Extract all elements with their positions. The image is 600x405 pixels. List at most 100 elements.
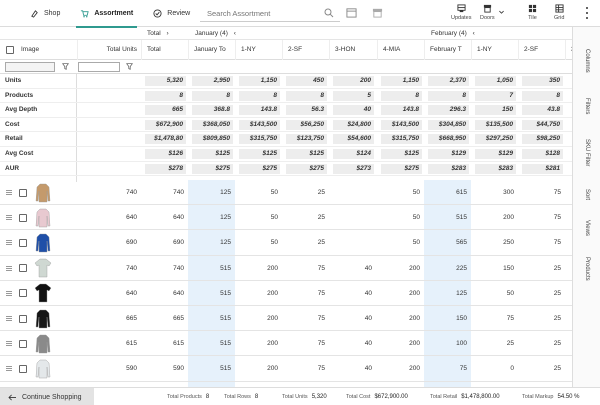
image-filter-input[interactable]	[5, 62, 55, 72]
unit-cell[interactable]: 515	[188, 356, 235, 381]
product-thumbnail[interactable]	[34, 258, 52, 278]
continue-shopping-button[interactable]: Continue Shopping	[0, 388, 94, 405]
product-thumbnail[interactable]	[34, 309, 52, 329]
drag-handle-icon[interactable]	[6, 265, 12, 271]
column-header-total-units[interactable]: Total Units	[77, 40, 141, 60]
unit-cell[interactable]	[329, 205, 376, 230]
total-units-cell[interactable]: 615	[77, 331, 141, 356]
unit-cell[interactable]: 25	[518, 281, 565, 306]
table-row[interactable]: 740 740 125 50 25 50 615 300 75	[0, 180, 572, 206]
total-units-filter-input[interactable]	[78, 62, 120, 72]
unit-cell[interactable]: 75	[518, 180, 565, 205]
unit-cell[interactable]: 200	[377, 256, 424, 281]
table-row[interactable]: 590 590 515 200 75 40 200 75 0 25	[0, 356, 572, 382]
drag-handle-icon[interactable]	[6, 366, 12, 372]
chevron-left-icon[interactable]: ‹	[234, 30, 236, 37]
column-header-feb-2-sf[interactable]: 2-SF	[518, 40, 565, 60]
product-thumbnail[interactable]	[34, 334, 52, 354]
row-checkbox[interactable]	[19, 314, 27, 323]
unit-cell[interactable]: 0	[471, 356, 518, 381]
drag-handle-icon[interactable]	[6, 316, 12, 321]
unit-cell[interactable]: 25	[518, 356, 565, 381]
total-units-cell[interactable]: 665	[77, 306, 141, 331]
total-units-cell[interactable]: 640	[77, 281, 141, 306]
drag-handle-icon[interactable]	[6, 190, 12, 195]
store-icon[interactable]	[372, 7, 383, 18]
unit-cell[interactable]: 25	[282, 205, 329, 230]
total-units-cell[interactable]: 590	[77, 356, 141, 381]
total-units-cell[interactable]: 690	[77, 230, 141, 255]
row-checkbox[interactable]	[19, 188, 27, 197]
product-thumbnail[interactable]	[34, 233, 52, 253]
unit-cell[interactable]: 50	[235, 205, 282, 230]
column-header-total[interactable]: Total	[141, 40, 188, 60]
unit-cell[interactable]: 75	[282, 331, 329, 356]
tile-view-button[interactable]: Tile	[528, 4, 537, 24]
column-header-jan-1-ny[interactable]: 1-NY	[235, 40, 282, 60]
column-header-jan-3-hon[interactable]: 3-HON	[329, 40, 377, 60]
column-header-january-total[interactable]: January To	[188, 40, 235, 60]
unit-cell[interactable]: 615	[424, 180, 471, 205]
unit-cell[interactable]: 125	[188, 230, 235, 255]
unit-cell[interactable]: 25	[518, 306, 565, 331]
unit-cell[interactable]: 50	[235, 230, 282, 255]
chevron-left-icon[interactable]: ‹	[473, 30, 475, 37]
row-checkbox[interactable]	[19, 238, 27, 247]
unit-cell[interactable]: 515	[188, 256, 235, 281]
total-units-cell[interactable]: 740	[77, 256, 141, 281]
unit-cell[interactable]: 300	[471, 180, 518, 205]
unit-cell[interactable]: 150	[424, 306, 471, 331]
drag-handle-icon[interactable]	[6, 290, 12, 296]
unit-cell[interactable]: 40	[329, 306, 376, 331]
unit-cell[interactable]: 50	[377, 180, 424, 205]
unit-cell[interactable]: 75	[518, 205, 565, 230]
column-header-image[interactable]: Image	[16, 40, 76, 60]
unit-cell[interactable]: 25	[282, 230, 329, 255]
unit-cell[interactable]: 125	[188, 205, 235, 230]
unit-cell[interactable]: 25	[471, 331, 518, 356]
unit-cell[interactable]: 250	[471, 230, 518, 255]
grid-view-button[interactable]: Grid	[554, 4, 564, 24]
unit-cell[interactable]: 75	[518, 230, 565, 255]
unit-cell[interactable]: 75	[424, 356, 471, 381]
unit-cell[interactable]: 75	[282, 256, 329, 281]
unit-cell[interactable]: 665	[141, 306, 188, 331]
unit-cell[interactable]: 125	[188, 180, 235, 205]
drag-handle-icon[interactable]	[6, 341, 12, 347]
unit-cell[interactable]: 200	[235, 256, 282, 281]
tab-review[interactable]: Review	[143, 0, 200, 27]
unit-cell[interactable]: 225	[424, 256, 471, 281]
table-row[interactable]: 640 640 125 50 25 50 515 200 75	[0, 205, 572, 231]
product-thumbnail[interactable]	[34, 359, 52, 379]
unit-cell[interactable]: 75	[471, 306, 518, 331]
tab-shop[interactable]: Shop	[20, 0, 70, 27]
calendar-icon[interactable]	[346, 7, 357, 18]
unit-cell[interactable]: 75	[282, 356, 329, 381]
unit-cell[interactable]: 25	[518, 256, 565, 281]
table-row[interactable]: 640 640 515 200 75 40 200 125 50 25	[0, 281, 572, 306]
unit-cell[interactable]: 50	[235, 180, 282, 205]
side-tab-views[interactable]: Views	[573, 213, 600, 243]
chevron-down-icon[interactable]	[498, 9, 505, 16]
search-input[interactable]	[200, 8, 318, 18]
side-tab-sku-filter[interactable]: SKU Filter	[573, 129, 600, 177]
column-header-feb-1-ny[interactable]: 1-NY	[471, 40, 518, 60]
unit-cell[interactable]: 515	[188, 331, 235, 356]
unit-cell[interactable]: 40	[329, 256, 376, 281]
total-units-cell[interactable]: 640	[77, 205, 141, 230]
unit-cell[interactable]: 75	[282, 281, 329, 306]
drag-handle-icon[interactable]	[6, 215, 12, 221]
unit-cell[interactable]: 515	[424, 205, 471, 230]
unit-cell[interactable]: 200	[235, 306, 282, 331]
total-units-cell[interactable]: 740	[77, 180, 141, 205]
unit-cell[interactable]: 50	[471, 281, 518, 306]
more-menu-icon[interactable]	[584, 7, 590, 19]
filter-icon[interactable]	[62, 63, 69, 70]
unit-cell[interactable]: 615	[141, 331, 188, 356]
product-thumbnail[interactable]	[34, 283, 52, 303]
unit-cell[interactable]: 40	[329, 281, 376, 306]
unit-cell[interactable]: 25	[282, 180, 329, 205]
doors-button[interactable]: Doors	[480, 4, 495, 24]
unit-cell[interactable]: 200	[235, 331, 282, 356]
column-header-february-total[interactable]: February T	[424, 40, 471, 60]
